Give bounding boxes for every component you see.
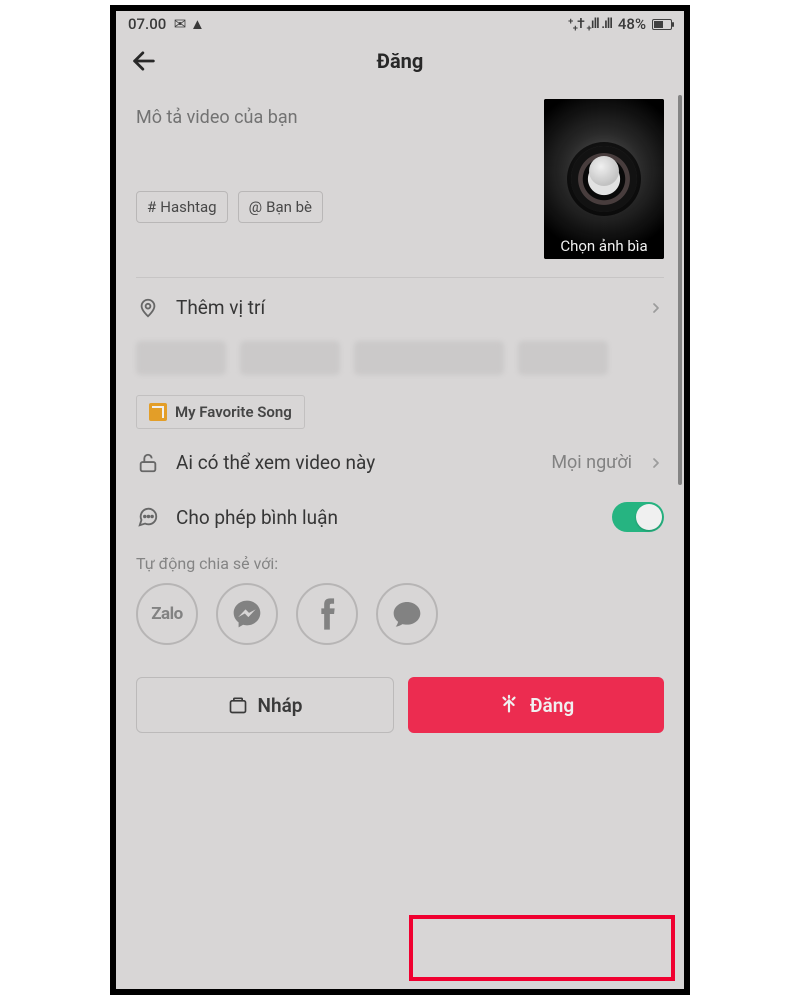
share-facebook-button[interactable] — [296, 583, 358, 645]
share-messenger-button[interactable] — [216, 583, 278, 645]
song-chip[interactable]: My Favorite Song — [136, 395, 305, 429]
at-icon: @ — [249, 198, 262, 216]
phone-frame: 07.00 ✉ ▲ ⁺₊† ₊ıll .ıll 48% Đăng Mô tả v… — [110, 5, 690, 995]
hashtag-chip[interactable]: # Hashtag — [136, 191, 228, 223]
zalo-icon: Zalo — [151, 604, 183, 624]
mention-friends-chip[interactable]: @ Bạn bè — [238, 191, 323, 223]
signal-icons-icon: ⁺₊† ₊ıll .ıll — [568, 16, 612, 32]
messenger-icon — [231, 598, 263, 630]
status-time: 07.00 ✉ ▲ — [128, 15, 205, 33]
location-label: Thêm vị trí — [176, 296, 632, 319]
share-message-button[interactable] — [376, 583, 438, 645]
music-icon — [149, 403, 167, 421]
comments-label: Cho phép bình luận — [176, 506, 596, 529]
location-pin-icon — [136, 297, 160, 319]
battery-icon — [652, 19, 672, 30]
drafts-icon — [228, 695, 248, 715]
draft-button-label: Nháp — [258, 694, 303, 717]
add-location-row[interactable]: Thêm vị trí — [116, 278, 684, 337]
privacy-value: Mọi người — [551, 452, 632, 473]
location-suggestion-chip[interactable] — [136, 341, 226, 375]
post-button-label: Đăng — [530, 694, 574, 717]
facebook-icon — [317, 597, 337, 631]
chevron-right-icon — [648, 455, 664, 471]
share-zalo-button[interactable]: Zalo — [136, 583, 198, 645]
battery-percent: 48% — [618, 15, 646, 33]
comment-icon — [136, 506, 160, 528]
arrow-left-icon — [130, 47, 158, 75]
page-title: Đăng — [377, 49, 424, 73]
location-suggestions — [116, 337, 684, 389]
tutorial-highlight — [409, 915, 675, 981]
song-label: My Favorite Song — [175, 403, 292, 421]
scroll-indicator[interactable] — [678, 95, 682, 485]
top-bar: Đăng — [116, 35, 684, 87]
status-bar: 07.00 ✉ ▲ ⁺₊† ₊ıll .ıll 48% — [116, 11, 684, 35]
location-suggestion-chip[interactable] — [240, 341, 340, 375]
location-suggestion-chip[interactable] — [518, 341, 608, 375]
cover-picker[interactable]: Chọn ảnh bìa — [544, 99, 664, 259]
friends-chip-label: Bạn bè — [266, 198, 312, 216]
privacy-row[interactable]: Ai có thể xem video này Mọi người — [116, 429, 684, 492]
publish-icon — [498, 694, 520, 716]
location-suggestion-chip[interactable] — [354, 341, 504, 375]
auto-share-label: Tự động chia sẻ với: — [116, 546, 684, 583]
chat-bubble-icon — [391, 598, 423, 630]
comments-toggle[interactable] — [612, 502, 664, 532]
privacy-label: Ai có thể xem video này — [176, 451, 535, 474]
draft-button[interactable]: Nháp — [136, 677, 394, 733]
back-button[interactable] — [130, 47, 158, 75]
hash-icon: # — [147, 198, 156, 216]
moon-icon — [589, 156, 619, 186]
allow-comments-row: Cho phép bình luận — [116, 492, 684, 546]
cover-picker-label: Chọn ảnh bìa — [544, 237, 664, 255]
description-input[interactable]: Mô tả video của bạn — [136, 99, 532, 185]
post-button[interactable]: Đăng — [408, 677, 664, 733]
chevron-right-icon — [648, 300, 664, 316]
hashtag-chip-label: Hashtag — [160, 198, 216, 216]
unlock-icon — [136, 452, 160, 474]
